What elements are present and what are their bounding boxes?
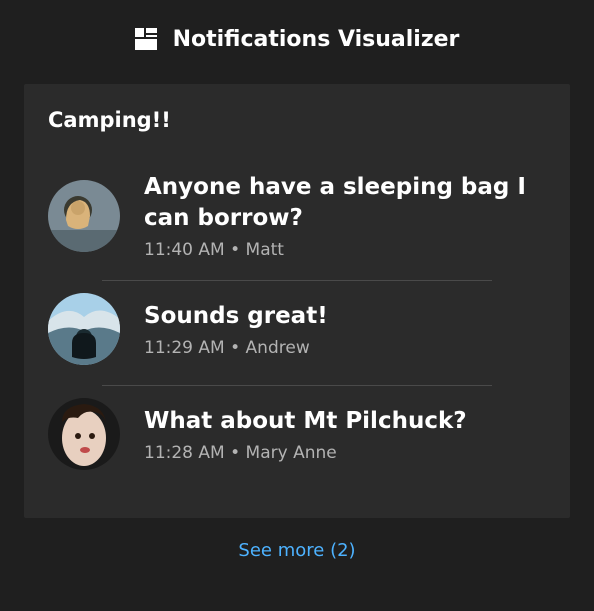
message-item[interactable]: Anyone have a sleeping bag I can borrow?… xyxy=(48,160,546,280)
avatar xyxy=(48,398,120,470)
meta-dot: • xyxy=(230,443,245,463)
message-text: Sounds great! xyxy=(144,301,328,332)
message-body: Sounds great! 11:29 AM • Andrew xyxy=(144,301,328,358)
message-meta: 11:28 AM • Mary Anne xyxy=(144,443,467,463)
message-body: What about Mt Pilchuck? 11:28 AM • Mary … xyxy=(144,406,467,463)
message-time: 11:40 AM xyxy=(144,240,225,260)
message-item[interactable]: What about Mt Pilchuck? 11:28 AM • Mary … xyxy=(48,386,546,490)
avatar xyxy=(48,293,120,365)
message-time: 11:29 AM xyxy=(144,338,225,358)
message-body: Anyone have a sleeping bag I can borrow?… xyxy=(144,172,546,260)
message-sender: Matt xyxy=(246,240,284,260)
message-item[interactable]: Sounds great! 11:29 AM • Andrew xyxy=(48,281,546,385)
meta-dot: • xyxy=(230,338,245,358)
message-sender: Andrew xyxy=(246,338,310,358)
message-text: What about Mt Pilchuck? xyxy=(144,406,467,437)
app-title: Notifications Visualizer xyxy=(173,27,460,52)
notification-title: Camping!! xyxy=(48,108,546,132)
avatar xyxy=(48,180,120,252)
message-sender: Mary Anne xyxy=(246,443,337,463)
message-time: 11:28 AM xyxy=(144,443,225,463)
message-list: Anyone have a sleeping bag I can borrow?… xyxy=(48,160,546,490)
message-meta: 11:29 AM • Andrew xyxy=(144,338,328,358)
see-more-link[interactable]: See more (2) xyxy=(0,540,594,561)
notification-card[interactable]: Camping!! Anyone have a sleeping bag I c… xyxy=(24,84,570,518)
message-meta: 11:40 AM • Matt xyxy=(144,240,546,260)
message-text: Anyone have a sleeping bag I can borrow? xyxy=(144,172,546,234)
app-tile-icon xyxy=(135,28,157,50)
app-header: Notifications Visualizer xyxy=(0,0,594,78)
meta-dot: • xyxy=(230,240,245,260)
